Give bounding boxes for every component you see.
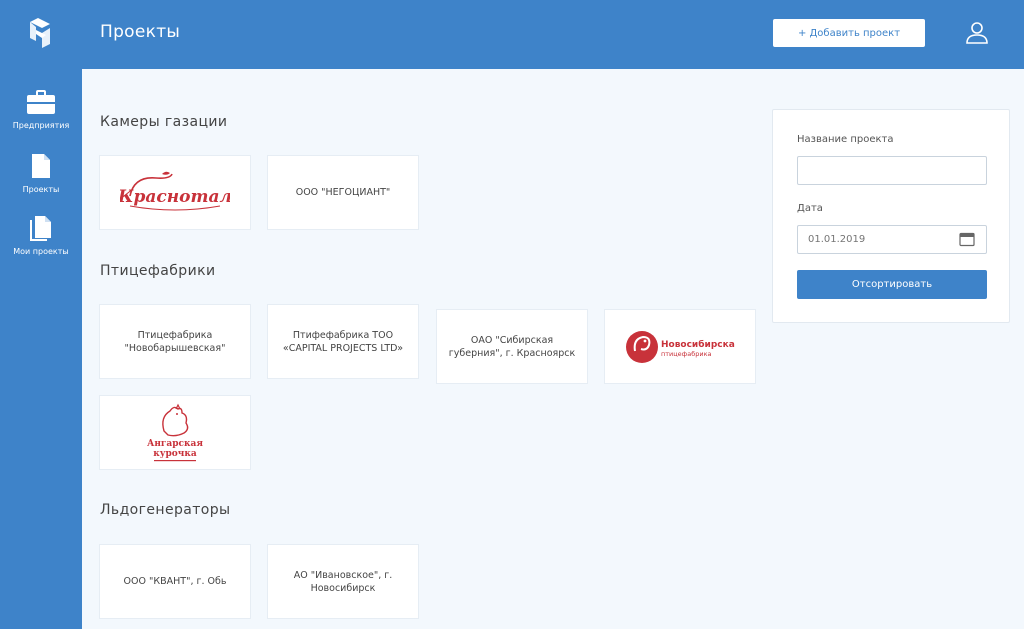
sidebar-item-my-projects[interactable]: Мои проекты <box>0 215 82 256</box>
svg-text:птицефабрика: птицефабрика <box>661 350 712 358</box>
filter-panel: Название проекта Дата Отсортировать <box>772 109 1010 323</box>
project-card-ivanovskoe[interactable]: АО "Ивановское", г. Новосибирск <box>267 544 419 619</box>
project-card-krasnotal[interactable]: Краснотал <box>99 155 251 230</box>
sidebar-item-enterprises[interactable]: Предприятия <box>0 89 82 130</box>
briefcase-icon <box>27 90 55 114</box>
novosibirskaya-logo: Новосибирская птицефабрика <box>626 330 735 363</box>
project-card-angarskaya-kurochka[interactable]: Ангарская курочка <box>99 395 251 470</box>
sort-button[interactable]: Отсортировать <box>797 270 987 299</box>
project-card-capital-projects[interactable]: Птифефабрика ТОО «CAPITAL PROJECTS LTD» <box>267 304 419 379</box>
project-name-input[interactable] <box>797 156 987 185</box>
date-label: Дата <box>797 203 823 214</box>
sidebar-item-projects[interactable]: Проекты <box>0 153 82 194</box>
svg-text:Новосибирская: Новосибирская <box>661 339 735 350</box>
sidebar-item-label: Предприятия <box>12 121 70 130</box>
svg-text:курочка: курочка <box>153 449 197 459</box>
sidebar-item-label: Мои проекты <box>13 247 69 256</box>
project-card-kvant[interactable]: ООО "КВАНТ", г. Обь <box>99 544 251 619</box>
calendar-icon[interactable] <box>959 231 975 247</box>
project-card-negociant[interactable]: ООО "НЕГОЦИАНТ" <box>267 155 419 230</box>
app-logo-icon[interactable] <box>24 16 56 50</box>
user-profile-icon[interactable] <box>964 21 990 45</box>
krasnotal-logo: Краснотал <box>120 171 230 210</box>
svg-text:Ангарская: Ангарская <box>147 439 203 449</box>
top-bar: Проекты + Добавить проект <box>0 0 1024 69</box>
project-name-label: Название проекта <box>797 134 894 145</box>
project-card-sibirskaya-guberniya[interactable]: ОАО "Сибирская губерния", г. Красноярск <box>436 309 588 384</box>
section-title-poultry-farms: Птицефабрики <box>100 263 216 279</box>
files-icon <box>30 216 51 241</box>
section-title-gas-chambers: Камеры газации <box>100 114 228 130</box>
project-card-novobaryshevskaya[interactable]: Птицефабрика "Новобарышевская" <box>99 304 251 379</box>
project-card-novosibirskaya[interactable]: Новосибирская птицефабрика <box>604 309 756 384</box>
file-icon <box>32 154 50 178</box>
sidebar-item-label: Проекты <box>22 185 60 194</box>
section-title-ice-generators: Льдогенераторы <box>100 502 231 518</box>
svg-text:Краснотал: Краснотал <box>120 187 230 207</box>
angarskaya-kurochka-logo: Ангарская курочка <box>147 403 203 461</box>
page-title: Проекты <box>100 22 181 42</box>
sidebar: Предприятия Проекты Мои проекты <box>0 69 82 629</box>
add-project-button[interactable]: + Добавить проект <box>773 19 925 47</box>
